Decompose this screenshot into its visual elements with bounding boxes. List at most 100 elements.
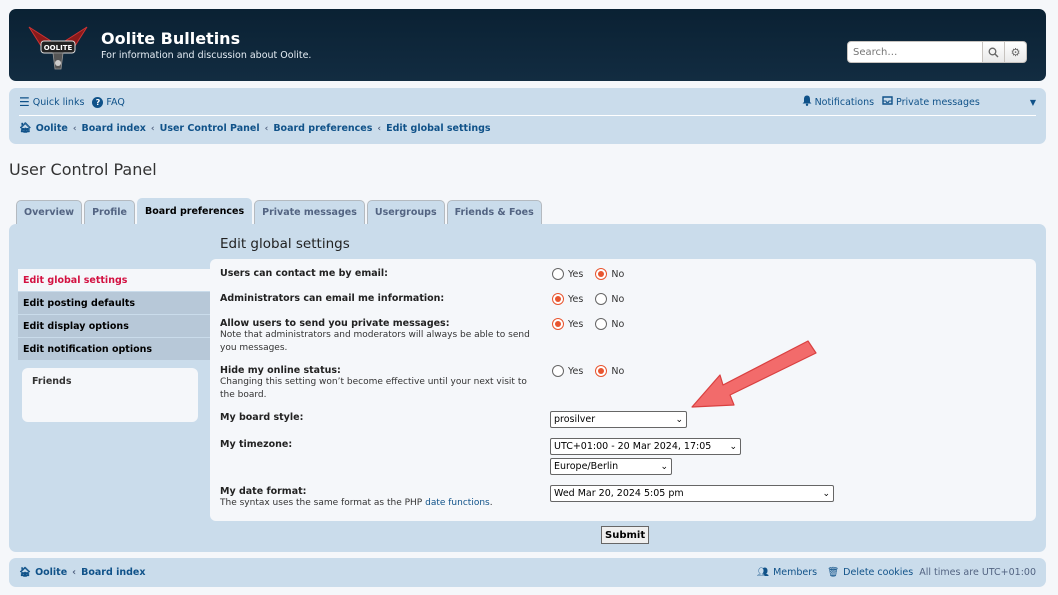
allow-pm-no-radio[interactable]: [595, 318, 608, 330]
site-description: For information and discussion about Ool…: [101, 50, 312, 61]
setting-timezone: My timezone:: [220, 439, 292, 450]
hide-online-no-radio[interactable]: [595, 365, 608, 377]
breadcrumb-separator: ‹: [264, 123, 269, 134]
setting-label: My board style:: [220, 412, 304, 423]
hamburger-icon: ☰: [19, 95, 30, 109]
ucp-side-menu: Edit global settings Edit posting defaul…: [18, 269, 218, 361]
footer-breadcrumb-oolite[interactable]: Oolite: [35, 567, 67, 578]
setting-allow-pm: Allow users to send you private messages…: [220, 318, 540, 355]
navbar-divider: [19, 115, 1036, 116]
faq-link[interactable]: ? FAQ: [92, 96, 125, 108]
breadcrumb-ucp[interactable]: User Control Panel: [160, 123, 260, 134]
allow-pm-radios: Yes No: [552, 318, 632, 330]
chevron-down-icon: ⌄: [822, 488, 830, 499]
annotation-arrow: [691, 340, 817, 408]
contact-email-yes-radio[interactable]: [552, 268, 564, 280]
tab-friends-foes[interactable]: Friends & Foes: [446, 200, 542, 224]
bell-icon: [802, 95, 812, 109]
private-messages-link[interactable]: Private messages: [882, 96, 980, 108]
chevron-down-icon: ⌄: [660, 461, 668, 472]
search-icon: [988, 47, 999, 57]
breadcrumb-board-preferences[interactable]: Board preferences: [273, 123, 372, 134]
setting-board-style: My board style:: [220, 412, 303, 423]
menu-edit-global-settings[interactable]: Edit global settings: [18, 269, 218, 291]
friends-box: Friends: [22, 368, 198, 422]
breadcrumb-board-index[interactable]: Board index: [82, 123, 146, 134]
quick-links-menu[interactable]: ☰ Quick links: [19, 95, 84, 109]
setting-explain: Note that administrators and moderators …: [220, 330, 530, 353]
oolite-logo[interactable]: OOLITE: [27, 19, 89, 74]
notifications-link[interactable]: Notifications: [802, 95, 874, 109]
contact-email-radios: Yes No: [552, 268, 632, 280]
setting-label: My timezone:: [220, 439, 293, 450]
menu-edit-notification-options[interactable]: Edit notification options: [18, 338, 218, 360]
tab-overview[interactable]: Overview: [16, 200, 83, 224]
page-footer: 🏠︎ Oolite ‹ Board index 👥︎ Members 🗑︎ De…: [9, 558, 1046, 587]
chevron-down-icon: ⌄: [675, 414, 683, 425]
setting-label: My date format:: [220, 486, 307, 497]
timezone-zone-select[interactable]: Europe/Berlin ⌄: [550, 458, 672, 475]
setting-explain: Changing this setting won’t become effec…: [220, 377, 527, 400]
friends-title: Friends: [32, 376, 72, 387]
breadcrumb-separator: ‹: [150, 123, 155, 134]
admin-email-no-radio[interactable]: [595, 293, 608, 305]
tab-profile[interactable]: Profile: [84, 200, 135, 224]
breadcrumb-separator: ‹: [72, 123, 77, 134]
contact-email-no-radio[interactable]: [595, 268, 608, 280]
caret-down-icon: ▼: [1029, 97, 1036, 107]
footer-breadcrumb: 🏠︎ Oolite ‹ Board index: [19, 567, 145, 578]
setting-label: Users can contact me by email:: [220, 268, 388, 279]
setting-explain: The syntax uses the same format as the P…: [220, 498, 493, 508]
submit-button[interactable]: Submit: [601, 526, 650, 544]
gear-icon: ⚙: [1010, 45, 1021, 59]
members-link[interactable]: Members: [773, 567, 817, 578]
home-icon: 🏠︎: [19, 123, 32, 134]
members-icon: 👥︎: [757, 567, 770, 578]
search-input[interactable]: [847, 41, 983, 63]
footer-breadcrumb-board-index[interactable]: Board index: [81, 567, 145, 578]
admin-email-yes-radio[interactable]: [552, 293, 564, 305]
site-header: OOLITE Oolite Bulletins For information …: [9, 9, 1046, 81]
tab-usergroups[interactable]: Usergroups: [366, 200, 445, 224]
date-functions-link[interactable]: date functions: [425, 498, 490, 508]
setting-label: Hide my online status:: [220, 365, 341, 376]
breadcrumb-separator: ‹: [72, 567, 77, 578]
user-menu-dropdown[interactable]: ▼: [1030, 98, 1036, 107]
tab-board-preferences[interactable]: Board preferences: [137, 198, 253, 224]
home-icon: 🏠︎: [19, 567, 32, 578]
admin-email-radios: Yes No: [552, 293, 632, 305]
delete-cookies-link[interactable]: Delete cookies: [843, 567, 913, 578]
hide-online-radios: Yes No: [552, 365, 632, 377]
ucp-tabs: Overview Profile Board preferences Priva…: [16, 198, 542, 224]
breadcrumb-edit-global-settings[interactable]: Edit global settings: [386, 123, 490, 134]
navbar: ☰ Quick links ? FAQ Notifications Privat…: [9, 88, 1046, 144]
search-button[interactable]: [983, 41, 1005, 63]
setting-admin-email: Administrators can email me information:: [220, 293, 444, 304]
page-title: User Control Panel: [9, 160, 157, 179]
chevron-down-icon: ⌄: [729, 441, 737, 452]
trash-icon: 🗑︎: [827, 567, 840, 578]
content-title: Edit global settings: [220, 236, 350, 252]
setting-contact-email: Users can contact me by email:: [220, 268, 388, 279]
breadcrumb: 🏠︎ Oolite ‹ Board index ‹ User Control P…: [19, 123, 491, 134]
svg-text:OOLITE: OOLITE: [44, 44, 73, 52]
breadcrumb-separator: ‹: [377, 123, 382, 134]
allow-pm-yes-radio[interactable]: [552, 318, 564, 330]
timezone-date-select[interactable]: UTC+01:00 - 20 Mar 2024, 17:05 ⌄: [550, 438, 741, 455]
timezone-note: All times are UTC+01:00: [919, 567, 1036, 578]
footer-links: 👥︎ Members 🗑︎ Delete cookies All times a…: [757, 567, 1036, 578]
inbox-icon: [882, 96, 893, 108]
menu-edit-posting-defaults[interactable]: Edit posting defaults: [18, 292, 218, 314]
board-style-select[interactable]: prosilver ⌄: [550, 411, 687, 428]
date-format-select[interactable]: Wed Mar 20, 2024 5:05 pm ⌄: [550, 485, 834, 502]
setting-label: Administrators can email me information:: [220, 293, 445, 304]
setting-hide-online: Hide my online status: Changing this set…: [220, 365, 540, 402]
menu-edit-display-options[interactable]: Edit display options: [18, 315, 218, 337]
advanced-search-button[interactable]: ⚙: [1005, 41, 1027, 63]
tab-private-messages[interactable]: Private messages: [254, 200, 365, 224]
setting-label: Allow users to send you private messages…: [220, 318, 450, 329]
search-box: ⚙: [847, 41, 1027, 63]
hide-online-yes-radio[interactable]: [552, 365, 564, 377]
breadcrumb-oolite[interactable]: Oolite: [36, 123, 68, 134]
site-title[interactable]: Oolite Bulletins: [101, 29, 240, 48]
